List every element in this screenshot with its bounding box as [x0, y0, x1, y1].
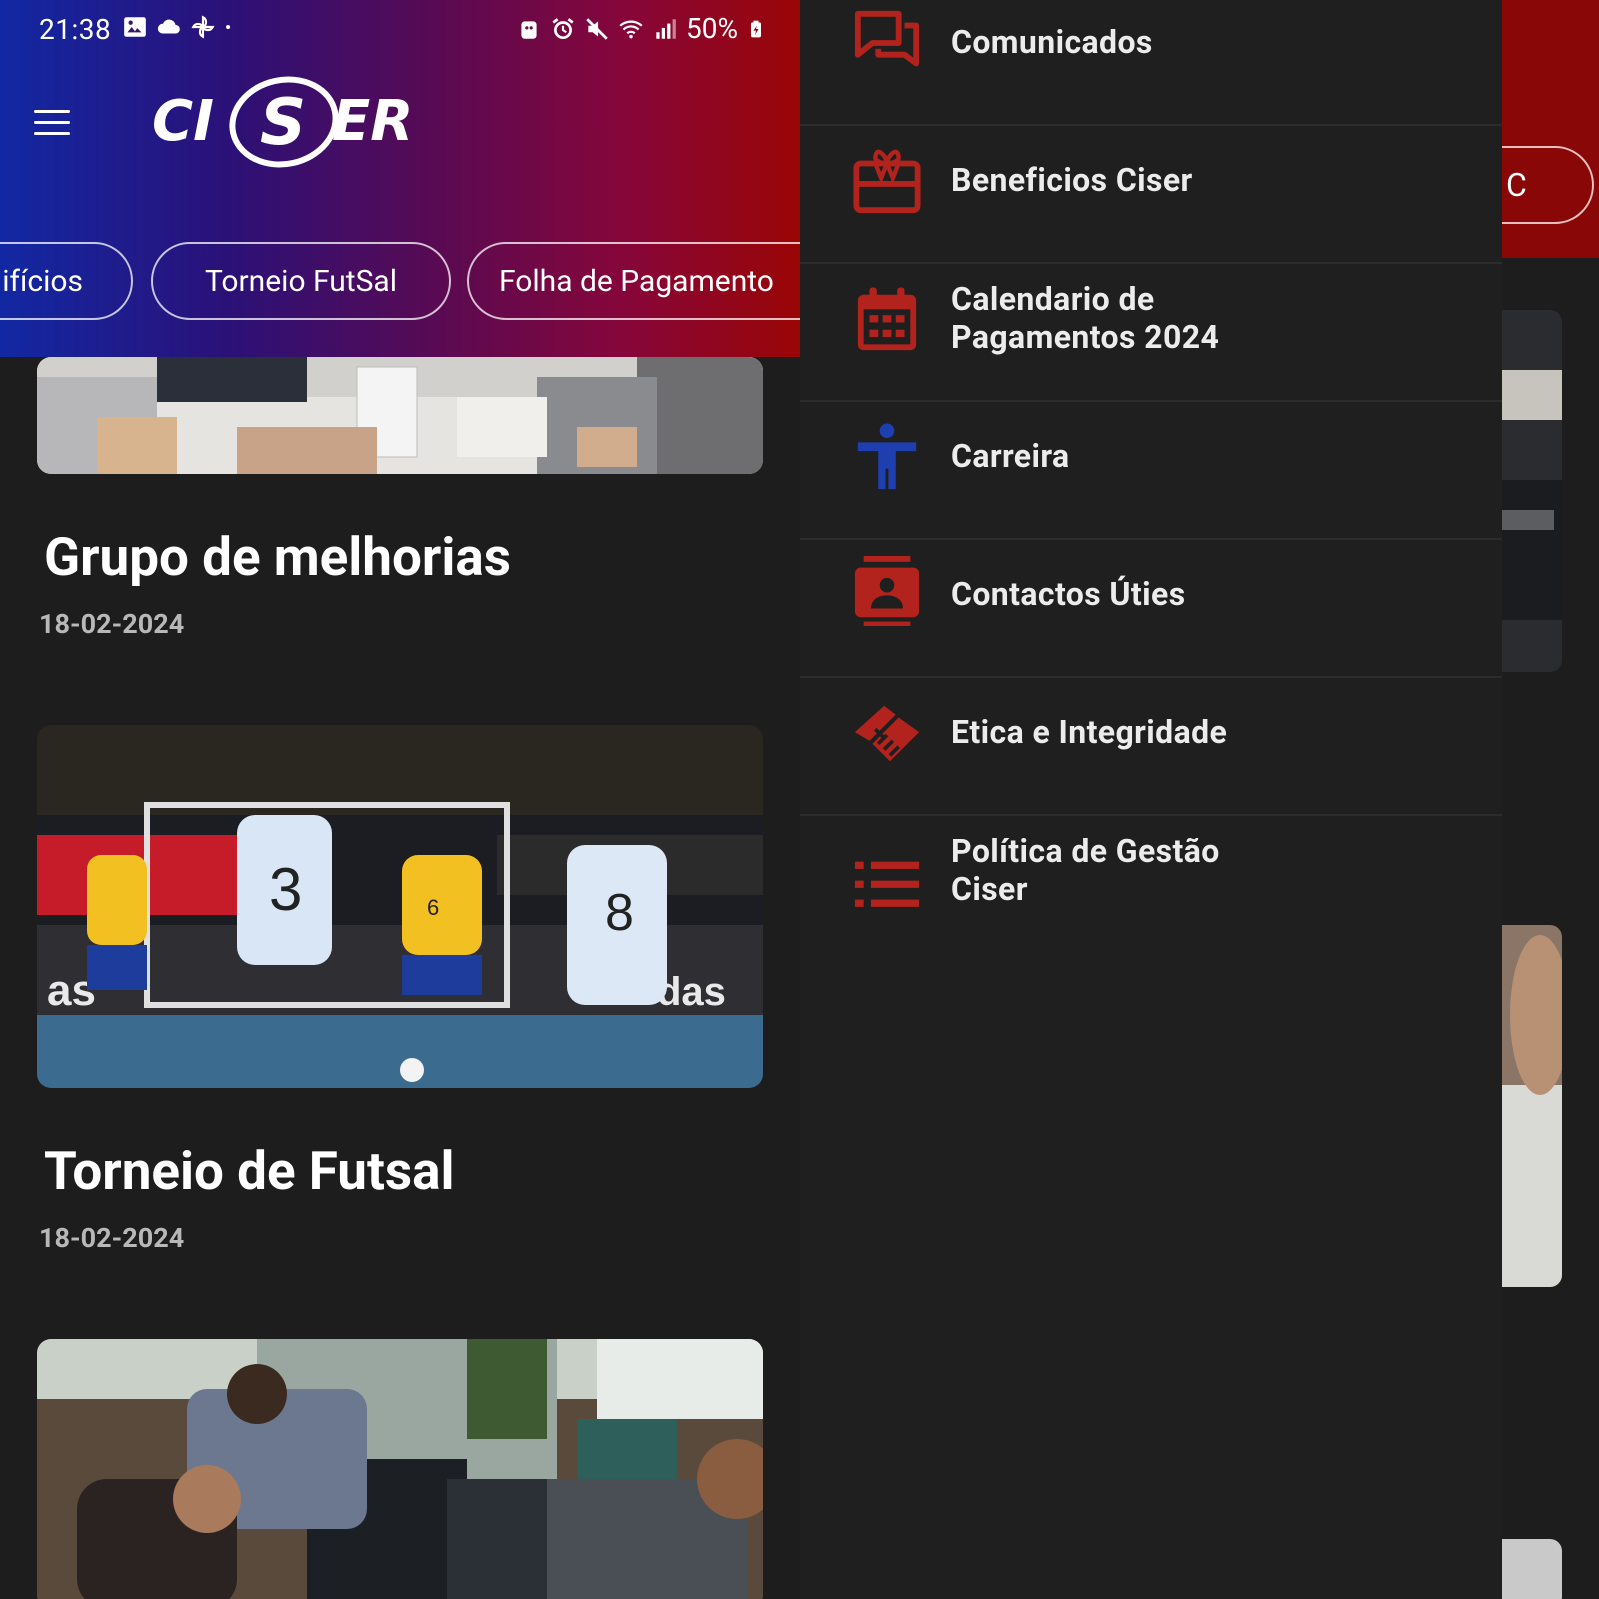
post-image-futsal[interactable]: as das 3 6 8 — [37, 725, 763, 1088]
signal-icon — [656, 18, 676, 39]
calendar-icon — [857, 287, 917, 351]
main-screen: Grupo de melhorias 18-02-2024 as das 3 6… — [0, 0, 800, 1599]
category-chips: ifícios Torneio FutSal Folha de Pagament… — [0, 242, 800, 322]
person-icon — [857, 423, 917, 490]
post-date: 18-02-2024 — [39, 1222, 185, 1254]
list-icon — [854, 861, 920, 907]
post-date: 18-02-2024 — [39, 608, 185, 640]
meeting-photo — [37, 357, 763, 474]
post-title[interactable]: Grupo de melhorias — [44, 526, 511, 588]
gallery-icon — [124, 17, 146, 37]
chip-folha-de-pagamento[interactable]: Folha de Pagamento — [467, 242, 800, 320]
gift-card-icon — [853, 149, 921, 214]
ciser-logo: CI S ER — [152, 76, 413, 168]
post-image-meeting[interactable] — [37, 357, 763, 474]
drawer-item-label: Comunicados — [951, 23, 1153, 61]
robot-icon — [521, 20, 537, 39]
battery-icon — [751, 20, 761, 37]
contact-card-icon — [854, 556, 920, 626]
svg-text:CI: CI — [152, 89, 214, 154]
svg-text:3: 3 — [269, 856, 302, 923]
wifi-icon — [619, 20, 643, 38]
drawer-item-label: Política de Gestão Ciser — [951, 832, 1220, 908]
drawer-item-label: Contactos Úties — [951, 575, 1186, 613]
drawer-item-etica-integridade[interactable]: Etica e Integridade — [800, 678, 1502, 816]
navigation-drawer: Comunicados Beneficios Ciser Calendario … — [800, 0, 1502, 1599]
cloud-icon — [157, 19, 180, 34]
svg-text:das: das — [657, 970, 726, 1014]
svg-text:8: 8 — [605, 884, 634, 942]
drawer-item-beneficios-ciser[interactable]: Beneficios Ciser — [800, 126, 1502, 264]
post-title[interactable]: Torneio de Futsal — [44, 1140, 455, 1202]
svg-text:6: 6 — [427, 895, 439, 920]
battery-percent: 50% — [686, 12, 738, 45]
handshake-icon — [854, 705, 920, 762]
status-bar: 21:38 50% — [0, 0, 800, 60]
svg-text:S: S — [260, 86, 306, 160]
office-photo — [37, 1339, 763, 1599]
post-image-office[interactable] — [37, 1339, 763, 1599]
dot-icon — [226, 24, 231, 30]
drawer-item-label: Beneficios Ciser — [951, 161, 1193, 199]
drawer-item-carreira[interactable]: Carreira — [800, 402, 1502, 540]
drawer-item-label: Calendario de Pagamentos 2024 — [951, 280, 1220, 356]
drawer-item-comunicados[interactable]: Comunicados — [800, 0, 1502, 124]
svg-text:ER: ER — [332, 89, 413, 154]
pinwheel-icon — [191, 15, 215, 39]
drawer-item-label: Carreira — [951, 437, 1070, 475]
drawer-item-politica-gestao[interactable]: Política de Gestão Ciser — [800, 816, 1502, 954]
status-time: 21:38 — [39, 13, 112, 46]
drawer-item-label: Etica e Integridade — [951, 713, 1228, 751]
chip-torneio-futsal[interactable]: Torneio FutSal — [151, 242, 451, 320]
futsal-photo: as das 3 6 8 — [37, 725, 763, 1088]
hamburger-menu-button[interactable] — [32, 106, 72, 140]
mute-icon — [586, 17, 608, 40]
alarm-icon — [552, 17, 574, 39]
app-header: 21:38 50% CI S ER ifícios Torneio FutSal… — [0, 0, 800, 357]
drawer-item-calendario[interactable]: Calendario de Pagamentos 2024 — [800, 264, 1502, 402]
status-right-icons: 50% — [516, 12, 766, 45]
status-left-icons — [122, 14, 238, 40]
chip-beneficios[interactable]: ifícios — [0, 242, 133, 320]
chat-bubbles-icon — [854, 10, 920, 67]
drawer-item-contactos-uteis[interactable]: Contactos Úties — [800, 540, 1502, 678]
